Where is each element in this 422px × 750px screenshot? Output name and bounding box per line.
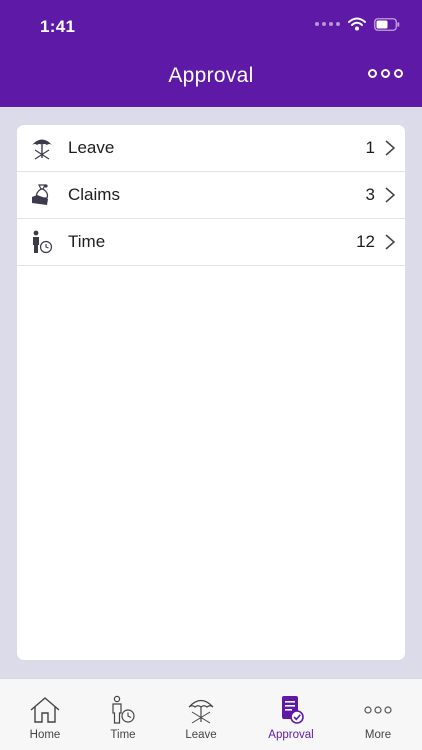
approval-document-icon — [282, 696, 304, 724]
status-time: 1:41 — [40, 17, 76, 36]
more-options-button[interactable] — [368, 69, 403, 78]
beach-umbrella-icon — [188, 699, 214, 724]
dot-icon — [368, 69, 377, 78]
tab-leave[interactable]: Leave — [162, 695, 240, 741]
beach-umbrella-icon — [32, 139, 52, 160]
page-title: Approval — [168, 64, 254, 87]
tab-label: Home — [29, 729, 61, 741]
tab-label: Time — [110, 729, 136, 741]
approval-item-leave[interactable]: Leave 1 — [17, 125, 405, 172]
battery-icon — [374, 17, 400, 31]
tab-home[interactable]: Home — [6, 695, 84, 741]
wifi-icon — [348, 17, 366, 31]
more-dots-icon — [364, 706, 392, 714]
tab-label: Leave — [185, 729, 217, 741]
person-clock-icon — [33, 230, 53, 254]
chevron-right-icon — [385, 140, 396, 156]
item-label: Time — [68, 232, 106, 251]
tab-label: Approval — [268, 729, 314, 741]
approval-item-time[interactable]: Time 12 — [17, 219, 405, 266]
item-count: 12 — [356, 232, 375, 251]
tab-more[interactable]: More — [339, 695, 417, 741]
app-header: 1:41 Approval — [0, 0, 422, 107]
tab-label: More — [364, 729, 392, 741]
item-count: 3 — [365, 185, 375, 204]
approval-item-claims[interactable]: Claims 3 — [17, 172, 405, 219]
tab-approval[interactable]: Approval — [252, 695, 330, 741]
item-count: 1 — [365, 138, 375, 157]
approval-list: Leave 1 Claims 3 Time 12 — [17, 125, 405, 660]
dot-icon — [394, 69, 403, 78]
money-bag-icon — [32, 184, 49, 205]
chevron-right-icon — [385, 234, 396, 250]
status-icons — [315, 17, 400, 31]
cellular-signal-icon — [315, 22, 340, 26]
person-clock-icon — [112, 695, 135, 724]
tab-time[interactable]: Time — [84, 695, 162, 741]
chevron-right-icon — [385, 187, 396, 203]
dot-icon — [381, 69, 390, 78]
home-icon — [30, 697, 60, 723]
item-label: Leave — [68, 138, 115, 157]
bottom-tab-bar: Home Time Leave Approval More — [0, 678, 422, 750]
item-label: Claims — [68, 185, 120, 204]
